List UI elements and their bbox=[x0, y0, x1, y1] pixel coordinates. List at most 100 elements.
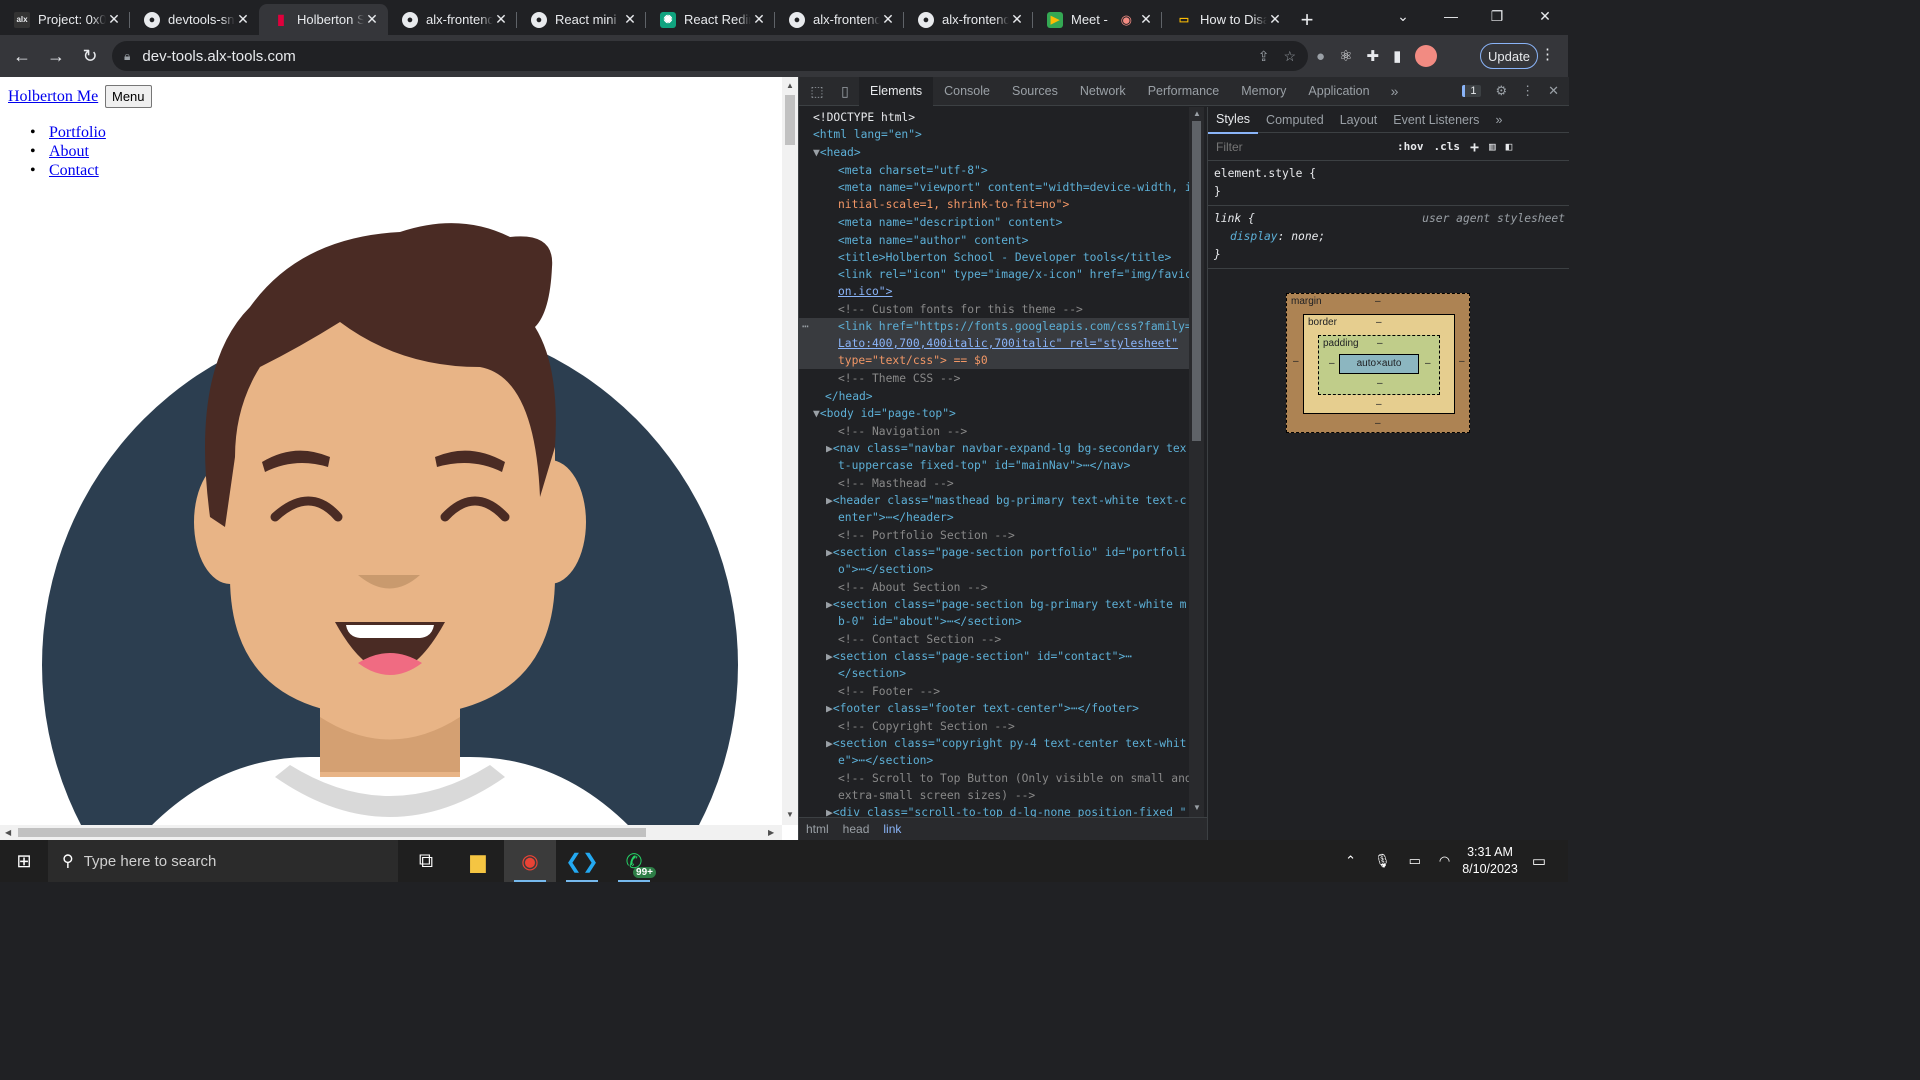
tab-close-icon[interactable]: ✕ bbox=[1138, 11, 1154, 28]
styles-filter-input[interactable] bbox=[1212, 135, 1387, 158]
task-view-icon[interactable]: ⧉ bbox=[400, 840, 452, 882]
dom-line[interactable]: <!-- About Section --> bbox=[799, 579, 1189, 596]
dom-line-selected[interactable]: Lato:400,700,400italic,700italic" rel="s… bbox=[799, 335, 1189, 352]
menu-button[interactable]: Menu bbox=[105, 85, 152, 108]
whatsapp-icon[interactable]: ✆ 99+ bbox=[608, 840, 660, 882]
dom-line-selected[interactable]: type="text/css"> == $0 bbox=[799, 352, 1189, 369]
restore-button[interactable]: ❐ bbox=[1474, 0, 1520, 32]
dom-line[interactable]: <!-- Contact Section --> bbox=[799, 631, 1189, 648]
dom-line[interactable]: ▼<body id="page-top"> bbox=[799, 405, 1189, 422]
dom-line[interactable]: <!-- Footer --> bbox=[799, 683, 1189, 700]
file-explorer-icon[interactable]: ▆ bbox=[452, 840, 504, 882]
browser-tab-active[interactable]: ▮ Holberton S ✕ bbox=[259, 4, 388, 35]
box-model-content[interactable]: auto×auto bbox=[1339, 354, 1419, 374]
more-tabs-icon[interactable]: » bbox=[1487, 107, 1510, 133]
scrollbar-thumb[interactable] bbox=[785, 95, 795, 145]
dom-tree[interactable]: <!DOCTYPE html> <html lang="en"> ▼<head>… bbox=[799, 107, 1189, 817]
tab-performance[interactable]: Performance bbox=[1137, 77, 1231, 106]
dom-line[interactable]: ▶<header class="masthead bg-primary text… bbox=[799, 492, 1189, 509]
devtools-menu-icon[interactable]: ⋮ bbox=[1521, 83, 1534, 99]
breadcrumb-html[interactable]: html bbox=[799, 822, 836, 836]
dom-line[interactable]: <meta name="author" content> bbox=[799, 232, 1189, 249]
dom-line[interactable]: <!-- Navigation --> bbox=[799, 423, 1189, 440]
close-devtools-icon[interactable]: ✕ bbox=[1548, 83, 1559, 99]
page-horizontal-scrollbar[interactable]: ◀ ▶ bbox=[0, 825, 782, 840]
dom-line[interactable]: <!-- Scroll to Top Button (Only visible … bbox=[799, 770, 1189, 787]
close-window-button[interactable]: ✕ bbox=[1522, 0, 1568, 32]
dom-line[interactable]: <!-- Masthead --> bbox=[799, 475, 1189, 492]
tab-close-icon[interactable]: ✕ bbox=[622, 11, 638, 28]
browser-tab[interactable]: ▶ Meet - ◉ ✕ bbox=[1033, 4, 1162, 35]
scroll-left-arrow-icon[interactable]: ◀ bbox=[5, 828, 11, 837]
scroll-down-arrow-icon[interactable]: ▼ bbox=[786, 810, 794, 819]
tab-close-icon[interactable]: ✕ bbox=[1267, 11, 1283, 28]
scroll-up-arrow-icon[interactable]: ▲ bbox=[786, 81, 794, 90]
scroll-down-arrow-icon[interactable]: ▼ bbox=[1193, 803, 1201, 812]
extensions-puzzle-icon[interactable]: ✚ bbox=[1367, 47, 1380, 65]
tab-application[interactable]: Application bbox=[1297, 77, 1380, 106]
dom-line[interactable]: b-0" id="about">⋯</section> bbox=[799, 613, 1189, 630]
new-rule-icon[interactable]: + bbox=[1470, 138, 1479, 156]
dom-line[interactable]: enter">⋯</header> bbox=[799, 509, 1189, 526]
update-button[interactable]: Update bbox=[1480, 43, 1538, 69]
box-model-margin[interactable]: margin – – – – border – – padding – – – … bbox=[1286, 293, 1470, 433]
dom-line[interactable]: </head> bbox=[799, 388, 1189, 405]
box-model-padding[interactable]: padding – – – – auto×auto bbox=[1318, 335, 1440, 395]
nav-link-about[interactable]: About bbox=[49, 143, 89, 160]
dom-line[interactable]: <title>Holberton School - Developer tool… bbox=[799, 249, 1189, 266]
microphone-icon[interactable]: 🎙︎ bbox=[1374, 853, 1391, 869]
dom-line[interactable]: <html lang="en"> bbox=[799, 126, 1189, 143]
tab-close-icon[interactable]: ✕ bbox=[1009, 11, 1025, 28]
tab-event-listeners[interactable]: Event Listeners bbox=[1385, 107, 1487, 133]
react-devtools-icon[interactable]: ⚛ bbox=[1339, 47, 1352, 65]
settings-gear-icon[interactable]: ⚙ bbox=[1495, 83, 1507, 99]
breadcrumb-head[interactable]: head bbox=[836, 822, 877, 836]
tab-close-icon[interactable]: ✕ bbox=[493, 11, 509, 28]
dom-tree-scrollbar[interactable]: ▲ ▼ bbox=[1189, 107, 1204, 817]
browser-tab[interactable]: ▭ How to Disa ✕ bbox=[1162, 4, 1291, 35]
dom-line[interactable]: <meta name="viewport" content="width=dev… bbox=[799, 179, 1189, 196]
minimize-button[interactable]: — bbox=[1428, 0, 1474, 32]
tab-computed[interactable]: Computed bbox=[1258, 107, 1332, 133]
tab-close-icon[interactable]: ✕ bbox=[364, 11, 380, 28]
new-tab-button[interactable]: + bbox=[1291, 4, 1323, 35]
scrollbar-thumb[interactable] bbox=[18, 828, 646, 837]
dom-line[interactable]: t-uppercase fixed-top" id="mainNav">⋯</n… bbox=[799, 457, 1189, 474]
dom-line[interactable]: <!-- Custom fonts for this theme --> bbox=[799, 301, 1189, 318]
dom-line[interactable]: <!-- Theme CSS --> bbox=[799, 370, 1189, 387]
nav-link-portfolio[interactable]: Portfolio bbox=[49, 124, 106, 141]
tab-close-icon[interactable]: ✕ bbox=[235, 11, 251, 28]
device-toolbar-icon[interactable]: ▯ bbox=[831, 83, 859, 100]
nav-link-contact[interactable]: Contact bbox=[49, 162, 99, 179]
box-model-border[interactable]: border – – padding – – – – auto×auto bbox=[1303, 314, 1455, 414]
vscode-icon[interactable]: ❮❯ bbox=[556, 840, 608, 882]
dom-line[interactable]: ▶<section class="page-section" id="conta… bbox=[799, 648, 1189, 665]
battery-icon[interactable]: ▭ bbox=[1409, 853, 1421, 869]
dom-line[interactable]: <link rel="icon" type="image/x-icon" hre… bbox=[799, 266, 1189, 283]
browser-tab[interactable]: ● React mini ✕ bbox=[517, 4, 646, 35]
tab-close-icon[interactable]: ✕ bbox=[106, 11, 122, 28]
brand-link[interactable]: Holberton Me bbox=[8, 88, 98, 106]
scroll-up-arrow-icon[interactable]: ▲ bbox=[1193, 109, 1201, 118]
dom-line[interactable]: </section> bbox=[799, 665, 1189, 682]
dom-line[interactable]: ▶<footer class="footer text-center">⋯</f… bbox=[799, 700, 1189, 717]
scroll-right-arrow-icon[interactable]: ▶ bbox=[768, 828, 774, 837]
toggle-sidebar-icon[interactable]: ◧ bbox=[1506, 140, 1513, 153]
lock-icon[interactable]: 🔒︎ bbox=[124, 49, 130, 64]
dom-line[interactable]: ▶<div class="scroll-to-top d-lg-none pos… bbox=[799, 804, 1189, 817]
taskbar-search[interactable]: ⚲ Type here to search bbox=[48, 840, 398, 882]
hov-toggle[interactable]: :hov bbox=[1397, 140, 1424, 153]
share-icon[interactable]: ⇪ bbox=[1258, 48, 1270, 65]
browser-menu-icon[interactable]: ⋮ bbox=[1540, 45, 1555, 63]
paint-icon[interactable]: ▥ bbox=[1489, 140, 1496, 153]
user-agent-rule[interactable]: user agent stylesheet link { display: no… bbox=[1208, 206, 1569, 269]
cls-toggle[interactable]: .cls bbox=[1434, 140, 1461, 153]
tab-elements[interactable]: Elements bbox=[859, 76, 934, 106]
dom-line[interactable]: ▶<section class="copyright py-4 text-cen… bbox=[799, 735, 1189, 752]
browser-tab[interactable]: ● alx-frontend ✕ bbox=[904, 4, 1033, 35]
chrome-icon[interactable]: ◉ bbox=[504, 840, 556, 882]
dom-line[interactable]: e">⋯</section> bbox=[799, 752, 1189, 769]
breadcrumb-link[interactable]: link bbox=[876, 822, 908, 836]
clock[interactable]: 3:31 AM 8/10/2023 bbox=[1462, 844, 1518, 878]
browser-tab[interactable]: ● alx-frontend ✕ bbox=[388, 4, 517, 35]
